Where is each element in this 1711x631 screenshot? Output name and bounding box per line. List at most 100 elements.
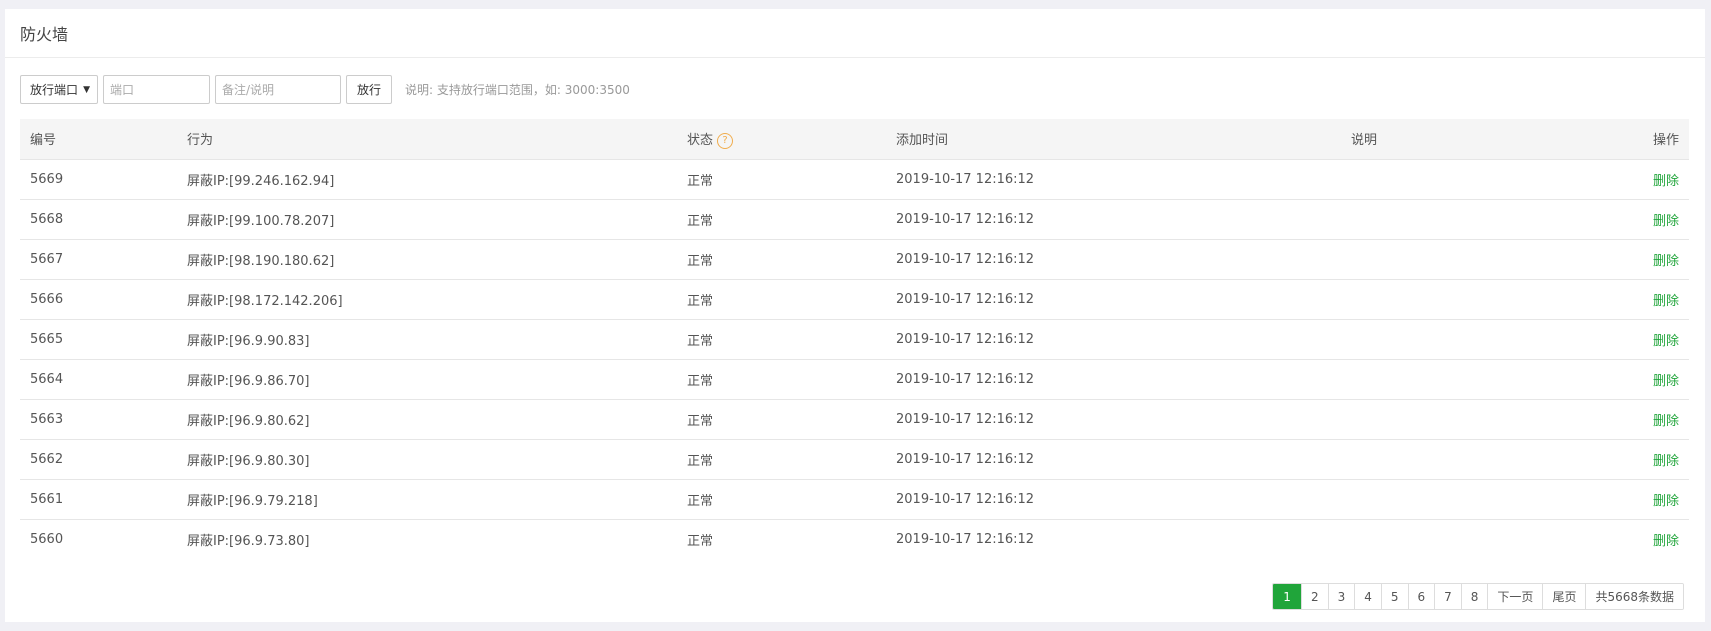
cell-status: 正常: [677, 159, 886, 200]
cell-status: 正常: [677, 359, 886, 400]
cell-remark: [1341, 199, 1481, 240]
cell-op: 删除: [1481, 519, 1689, 559]
header-op: 操作: [1481, 119, 1689, 160]
cell-id: 5668: [20, 199, 177, 240]
cell-remark: [1341, 319, 1481, 360]
cell-op: 删除: [1481, 239, 1689, 280]
delete-link[interactable]: 删除: [1653, 214, 1679, 229]
cell-status: 正常: [677, 479, 886, 520]
table-row: 5662 屏蔽IP:[96.9.80.30] 正常 2019-10-17 12:16:…: [20, 439, 1689, 480]
delete-link[interactable]: 删除: [1653, 334, 1679, 349]
page-button[interactable]: 4: [1354, 584, 1381, 609]
header-time: 添加时间: [886, 119, 1341, 160]
table-row: 5661 屏蔽IP:[96.9.79.218] 正常 2019-10-17 12:16…: [20, 479, 1689, 520]
table-row: 5660 屏蔽IP:[96.9.73.80] 正常 2019-10-17 12:16:…: [20, 519, 1689, 559]
cell-remark: [1341, 359, 1481, 400]
table-row: 5664 屏蔽IP:[96.9.86.70] 正常 2019-10-17 12:16:…: [20, 359, 1689, 400]
cell-time: 2019-10-17 12:16:12: [886, 319, 1341, 360]
cell-id: 5664: [20, 359, 177, 400]
hint-text: 说明: 支持放行端口范围，如: 3000:3500: [405, 83, 630, 97]
table-row: 5663 屏蔽IP:[96.9.80.62] 正常 2019-10-17 12:16:…: [20, 399, 1689, 440]
cell-action: 屏蔽IP:[96.9.86.70]: [177, 359, 677, 400]
next-page-button[interactable]: 下一页: [1487, 584, 1543, 609]
cell-id: 5663: [20, 399, 177, 440]
page-button[interactable]: 1: [1273, 584, 1301, 609]
cell-remark: [1341, 159, 1481, 200]
rule-type-select-value: 放行端口: [30, 83, 79, 97]
delete-link[interactable]: 删除: [1653, 494, 1679, 509]
cell-status: 正常: [677, 399, 886, 440]
toolbar: 放行端口 ▼ 放行 说明: 支持放行端口范围，如: 3000:3500: [20, 74, 630, 105]
cell-op: 删除: [1481, 479, 1689, 520]
table-row: 5667 屏蔽IP:[98.190.180.62] 正常 2019-10-17 12:…: [20, 239, 1689, 280]
cell-time: 2019-10-17 12:16:12: [886, 399, 1341, 440]
caret-down-icon: ▼: [83, 84, 90, 95]
pagination: 1 2 3 4 5 6 7 8 下一页 尾页 共5668条数据: [1272, 583, 1684, 610]
last-page-button[interactable]: 尾页: [1542, 584, 1586, 609]
cell-id: 5667: [20, 239, 177, 280]
cell-id: 5669: [20, 159, 177, 200]
cell-time: 2019-10-17 12:16:12: [886, 239, 1341, 280]
cell-remark: [1341, 519, 1481, 559]
header-id: 编号: [20, 119, 177, 160]
cell-op: 删除: [1481, 199, 1689, 240]
cell-status: 正常: [687, 533, 714, 549]
cell-op: 删除: [1481, 279, 1689, 320]
header-remark: 说明: [1341, 119, 1481, 160]
port-input[interactable]: [103, 75, 210, 104]
allow-button[interactable]: 放行: [346, 75, 393, 104]
page-button[interactable]: 5: [1380, 584, 1408, 609]
cell-id: 5666: [20, 279, 177, 320]
cell-action: 屏蔽IP:[96.9.80.62]: [177, 399, 677, 440]
cell-action: 屏蔽IP:[96.9.79.218]: [177, 479, 677, 520]
page-button[interactable]: 3: [1327, 584, 1355, 609]
cell-remark: [1341, 279, 1481, 320]
delete-link[interactable]: 删除: [1653, 294, 1679, 309]
cell-time: 2019-10-17 12:16:12: [886, 279, 1341, 320]
header-status-label: 状态: [687, 133, 714, 148]
cell-status: 正常: [677, 439, 886, 480]
cell-action: 屏蔽IP:[98.172.142.206]: [177, 279, 677, 320]
delete-link[interactable]: 删除: [1653, 374, 1679, 389]
page-button[interactable]: 7: [1434, 584, 1461, 609]
header-status: 状态?: [677, 119, 886, 160]
remark-input[interactable]: [215, 75, 341, 104]
delete-link[interactable]: 删除: [1653, 254, 1679, 269]
delete-link[interactable]: 删除: [1653, 454, 1679, 469]
header-action: 行为: [177, 119, 677, 160]
delete-link[interactable]: 删除: [1653, 414, 1679, 429]
cell-status: 正常: [677, 199, 886, 240]
page-button[interactable]: 6: [1407, 584, 1435, 609]
cell-id: 5660: [30, 531, 64, 547]
firewall-table: 编号 行为 状态? 添加时间 说明 操作 5669 屏蔽IP:[99.246.16…: [20, 119, 1689, 559]
cell-time: 2019-10-17 12:16:12: [886, 359, 1341, 400]
cell-remark: [1341, 439, 1481, 480]
firewall-panel: 防火墙 放行端口 ▼ 放行 说明: 支持放行端口范围，如: 3000:3500 …: [5, 9, 1705, 622]
page-button[interactable]: 8: [1460, 584, 1488, 609]
cell-time: 2019-10-17 12:16:12: [886, 479, 1341, 520]
delete-link[interactable]: 删除: [1653, 174, 1679, 189]
page-button[interactable]: 2: [1300, 584, 1328, 609]
cell-status: 正常: [677, 319, 886, 360]
cell-id: 5661: [20, 479, 177, 520]
cell-id: 5662: [20, 439, 177, 480]
cell-status: 正常: [677, 279, 886, 320]
cell-op: 删除: [1481, 399, 1689, 440]
cell-action: 屏蔽IP:[96.9.73.80]: [187, 533, 310, 549]
page-title: 防火墙: [5, 9, 1705, 58]
cell-status: 正常: [677, 239, 886, 280]
cell-op: 删除: [1481, 439, 1689, 480]
cell-op: 删除: [1481, 159, 1689, 200]
cell-op: 删除: [1481, 319, 1689, 360]
delete-link[interactable]: 删除: [1653, 534, 1679, 549]
cell-action: 屏蔽IP:[99.246.162.94]: [177, 159, 677, 200]
cell-action: 屏蔽IP:[99.100.78.207]: [177, 199, 677, 240]
cell-time: 2019-10-17 12:16:12: [886, 159, 1341, 200]
cell-time: 2019-10-17 12:16:12: [886, 199, 1341, 240]
cell-remark: [1341, 239, 1481, 280]
cell-remark: [1341, 399, 1481, 440]
rule-type-select[interactable]: 放行端口 ▼: [20, 75, 98, 104]
question-circle-icon[interactable]: ?: [717, 132, 734, 149]
cell-action: 屏蔽IP:[98.190.180.62]: [177, 239, 677, 280]
cell-id: 5665: [20, 319, 177, 360]
